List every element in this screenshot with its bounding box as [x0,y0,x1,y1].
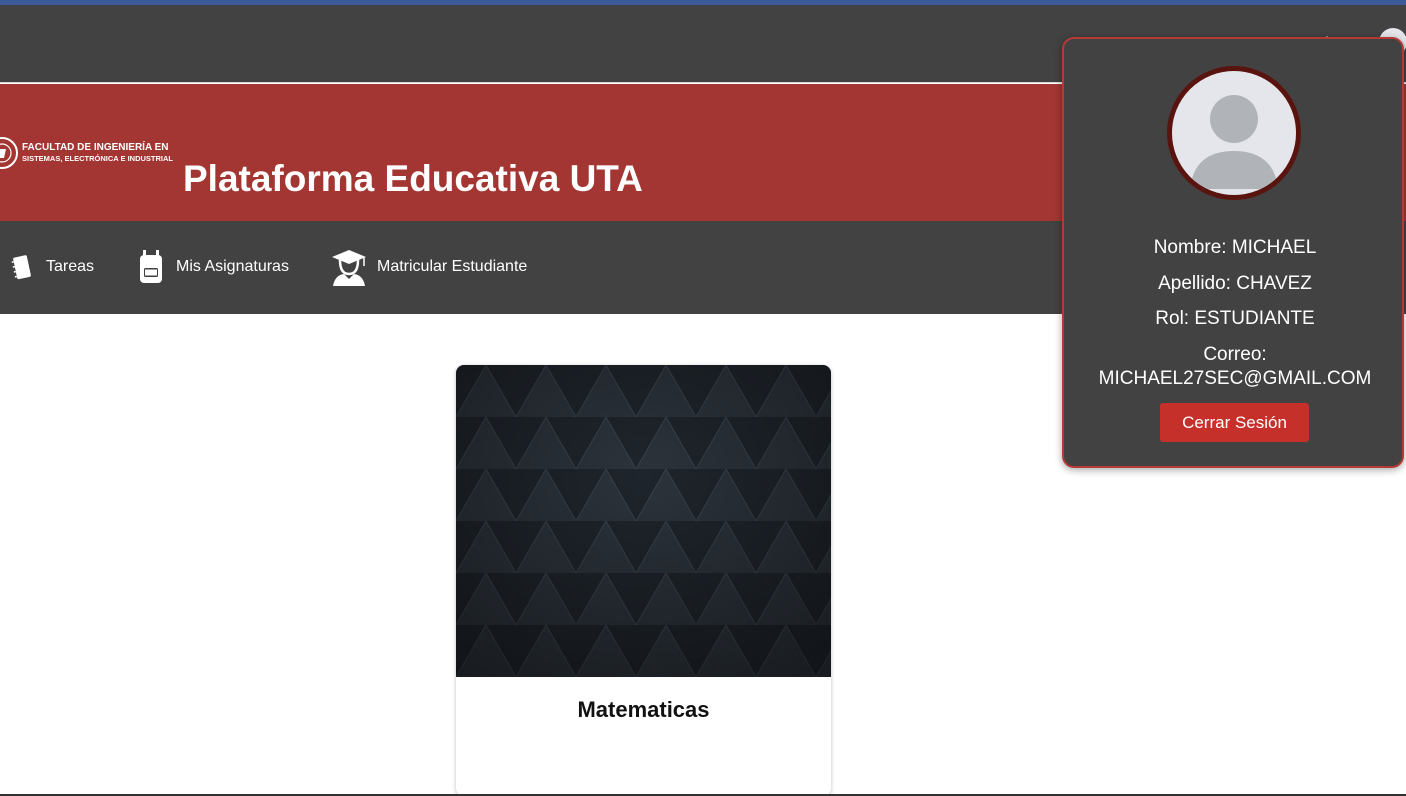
backpack-icon [140,250,162,283]
course-cover-image [456,365,831,677]
profile-avatar [1167,66,1301,200]
logout-button[interactable]: Cerrar Sesión [1160,403,1309,442]
faculty-logo[interactable]: FACULTAD DE INGENIERÍA EN SISTEMAS, ELEC… [0,128,186,178]
notebook-icon [11,255,31,280]
nav-item-tareas[interactable]: Tareas [10,247,94,287]
course-card[interactable]: Matematicas [456,365,831,796]
faculty-seal-icon [0,137,18,169]
profile-rol: Rol: ESTUDIANTE [1155,308,1315,329]
nav-item-mis-asignaturas[interactable]: Mis Asignaturas [136,247,289,287]
profile-correo: MICHAEL27SEC@GMAIL.COM [1098,368,1372,389]
logo-text-line1: FACULTAD DE INGENIERÍA EN [22,142,169,153]
logo-text-line2: SISTEMAS, ELECTRÓNICA E INDUSTRIAL [22,154,173,163]
profile-nombre: Nombre: MICHAEL [1153,237,1317,258]
default-user-icon [1190,95,1278,189]
nav-item-label: Tareas [46,258,95,275]
nav-item-label: Matricular Estudiante [377,258,528,275]
site-title: Plataforma Educativa UTA [183,158,643,199]
nav-item-matricular-estudiante[interactable]: Matricular Estudiante [331,247,527,287]
profile-popup: Nombre: MICHAEL Apellido: CHAVEZ Rol: ES… [1062,37,1404,468]
profile-apellido: Apellido: CHAVEZ [1158,273,1312,294]
graduate-icon [332,250,366,286]
nav-item-label: Mis Asignaturas [176,258,289,275]
course-title: Matematicas [577,697,710,722]
profile-correo-label: Correo: [1203,344,1267,365]
